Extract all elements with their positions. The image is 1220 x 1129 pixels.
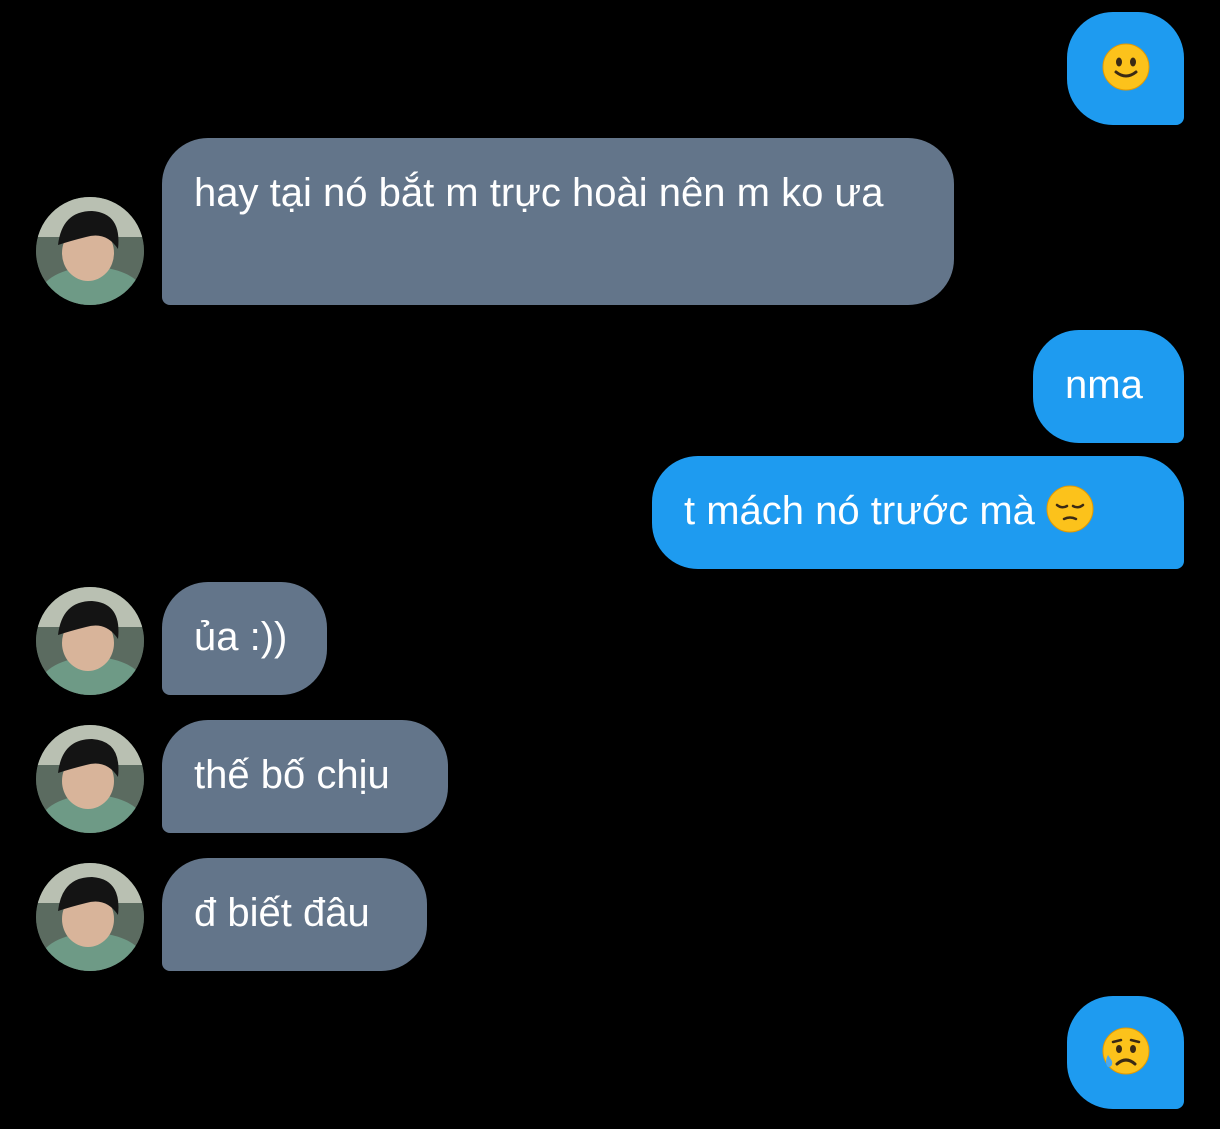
pensive-face-icon: [1046, 485, 1094, 533]
incoming-message-bubble[interactable]: hay tại nó bắt m trực hoài nên m ko ưa: [162, 138, 954, 305]
contact-avatar[interactable]: [36, 725, 144, 833]
slightly-smiling-face-icon: [1102, 42, 1150, 96]
incoming-message-bubble[interactable]: đ biết đâu: [162, 858, 427, 971]
contact-avatar[interactable]: [36, 863, 144, 971]
outgoing-message-bubble[interactable]: t mách nó trước mà: [652, 456, 1184, 569]
message-text: ủa :)): [194, 615, 288, 659]
message-text: đ biết đâu: [194, 891, 370, 935]
message-text: t mách nó trước mà: [684, 489, 1035, 533]
message-text: hay tại nó bắt m trực hoài nên m ko ưa: [194, 171, 884, 215]
message-text: nma: [1065, 363, 1143, 407]
outgoing-message-bubble[interactable]: [1067, 996, 1184, 1109]
message-text: thế bố chịu: [194, 753, 390, 797]
incoming-message-bubble[interactable]: ủa :)): [162, 582, 327, 695]
outgoing-message-bubble[interactable]: [1067, 12, 1184, 125]
sad-but-relieved-face-icon: [1102, 1026, 1150, 1080]
outgoing-message-bubble[interactable]: nma: [1033, 330, 1184, 443]
incoming-message-bubble[interactable]: thế bố chịu: [162, 720, 448, 833]
contact-avatar[interactable]: [36, 197, 144, 305]
contact-avatar[interactable]: [36, 587, 144, 695]
